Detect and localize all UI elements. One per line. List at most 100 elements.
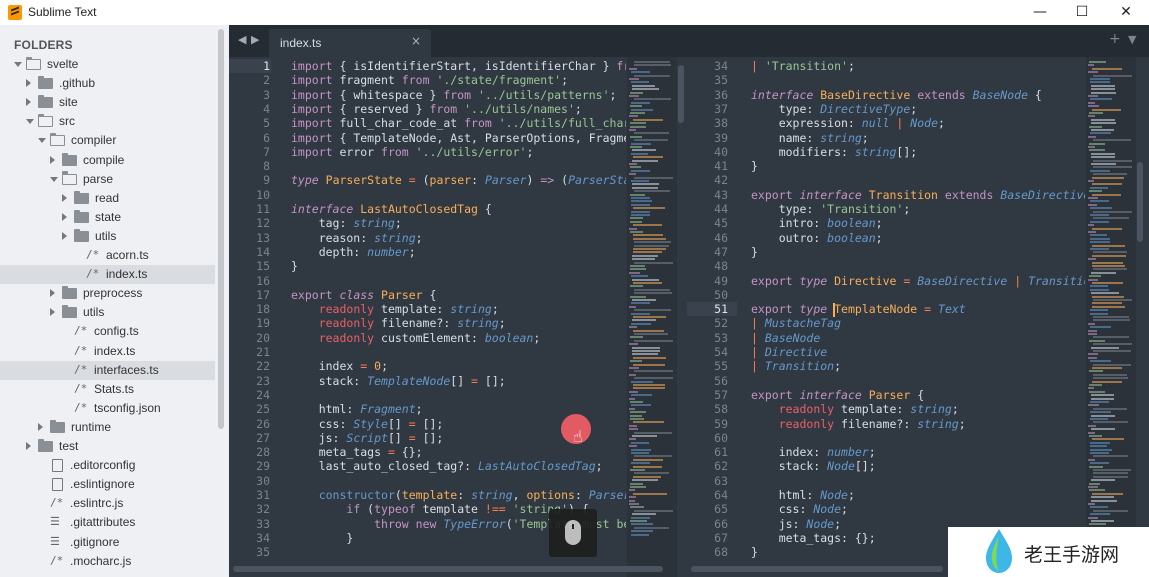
folder-item[interactable]: state bbox=[0, 208, 215, 227]
tab-close-icon[interactable]: × bbox=[411, 34, 421, 48]
code-line: readonly filename?: string; bbox=[751, 417, 966, 431]
minimap-stroke bbox=[634, 261, 673, 264]
maximize-button[interactable]: ☐ bbox=[1059, 0, 1105, 25]
line-number: 52 bbox=[714, 316, 728, 331]
code-line: readonly filename?: string; bbox=[291, 316, 506, 330]
tab-menu-chevron-icon[interactable]: ▼ bbox=[1128, 33, 1136, 46]
expand-arrow-closed-icon[interactable] bbox=[62, 212, 67, 221]
expand-arrow-closed-icon[interactable] bbox=[50, 155, 55, 164]
line-number: 18 bbox=[256, 302, 270, 317]
code-token: Node bbox=[820, 488, 848, 502]
file-item[interactable]: /* interfaces.ts bbox=[0, 360, 215, 380]
file-item[interactable]: .eslintignore bbox=[0, 475, 215, 494]
file-item[interactable]: /* index.ts bbox=[0, 265, 215, 285]
code-token: []; bbox=[477, 373, 506, 388]
expand-arrow-closed-icon[interactable] bbox=[38, 422, 43, 431]
code-token: string bbox=[917, 416, 959, 431]
minimap-stroke bbox=[1090, 506, 1108, 509]
code-line: stack: TemplateNode[] = []; bbox=[291, 374, 506, 388]
folder-item[interactable]: utils bbox=[0, 227, 215, 246]
folder-item[interactable]: compile bbox=[0, 151, 215, 170]
right-minimap[interactable] bbox=[1086, 57, 1136, 577]
code-token: template: bbox=[834, 402, 911, 417]
folder-item[interactable]: utils bbox=[0, 303, 215, 322]
file-item[interactable]: /* index.ts bbox=[0, 342, 215, 361]
line-number: 60 bbox=[714, 430, 728, 445]
minimap-stroke bbox=[1088, 353, 1098, 356]
code-token: Parser bbox=[484, 173, 527, 188]
title-bar: Sublime Text — ☐ ✕ bbox=[0, 0, 1149, 25]
expand-arrow-closed-icon[interactable] bbox=[26, 79, 31, 88]
expand-arrow-closed-icon[interactable] bbox=[62, 231, 67, 240]
minimap-stroke bbox=[1092, 67, 1122, 70]
expand-arrow-closed-icon[interactable] bbox=[26, 442, 31, 450]
code-token: '../utils/error' bbox=[415, 144, 527, 159]
line-number: 36 bbox=[714, 87, 728, 102]
file-item[interactable]: /* .eslintrc.js bbox=[0, 494, 215, 513]
folder-item[interactable]: svelte bbox=[0, 55, 215, 74]
expand-arrow-closed-icon[interactable] bbox=[50, 289, 55, 298]
code-token: Fragment bbox=[360, 402, 416, 417]
folder-item[interactable]: runtime bbox=[0, 418, 215, 437]
folder-item[interactable]: read bbox=[0, 189, 215, 208]
right-horizontal-scrollbar[interactable] bbox=[691, 566, 943, 572]
line-number: 53 bbox=[714, 330, 728, 345]
code-token: { isIdentifierStart, isIdentifierChar } bbox=[332, 59, 617, 73]
close-window-button[interactable]: ✕ bbox=[1103, 0, 1149, 25]
code-token: export bbox=[751, 387, 793, 402]
file-item[interactable]: /* acorn.ts bbox=[0, 246, 215, 265]
minimap-stroke bbox=[633, 492, 667, 495]
minimap-stroke bbox=[1090, 234, 1107, 237]
left-vertical-scrollbar[interactable] bbox=[678, 65, 684, 123]
new-tab-plus-icon[interactable]: + bbox=[1109, 31, 1121, 47]
folder-item[interactable]: src bbox=[0, 112, 215, 131]
folder-icon bbox=[74, 190, 89, 204]
left-minimap[interactable] bbox=[627, 57, 677, 577]
expand-arrow-closed-icon[interactable] bbox=[50, 308, 55, 317]
folder-item[interactable]: .github bbox=[0, 74, 215, 93]
file-item[interactable]: ☰ .gitattributes bbox=[0, 513, 215, 532]
left-editor-pane[interactable]: 1 2 3 4 5 6 7 8 9 10 11 12 13 14 15 16 17 18 19 20 21 22 23 24 2… bbox=[229, 57, 684, 577]
minimap-stroke bbox=[630, 91, 643, 94]
code-token: if bbox=[346, 502, 361, 517]
folder-item[interactable]: site bbox=[0, 93, 215, 112]
folder-item[interactable]: parse bbox=[0, 170, 215, 189]
expand-arrow-closed-icon[interactable] bbox=[26, 98, 31, 107]
file-item[interactable]: /* .mocharc.js bbox=[0, 552, 215, 571]
tab-next-arrow-icon[interactable]: ▶ bbox=[251, 33, 259, 46]
tab-prev-arrow-icon[interactable]: ◀ bbox=[238, 33, 246, 46]
folder-item[interactable]: test bbox=[0, 437, 215, 456]
minimap-stroke bbox=[634, 509, 673, 512]
left-code-view[interactable]: import { isIdentifierStart, isIdentifier… bbox=[291, 57, 626, 567]
minimap-stroke bbox=[630, 166, 641, 169]
folder-item[interactable]: compiler bbox=[0, 131, 215, 150]
expand-arrow-open-icon[interactable] bbox=[50, 176, 58, 182]
expand-arrow-open-icon[interactable] bbox=[38, 138, 46, 144]
folder-item[interactable]: preprocess bbox=[0, 284, 215, 303]
file-item[interactable]: /* tsconfig.json bbox=[0, 399, 215, 418]
minimap-stroke bbox=[634, 309, 671, 312]
file-item[interactable]: /* Stats.ts bbox=[0, 380, 215, 399]
tab-index-ts[interactable]: index.ts × bbox=[269, 29, 431, 57]
minimap-stroke bbox=[630, 125, 646, 128]
file-item[interactable]: ☰ .gitignore bbox=[0, 533, 215, 552]
right-editor-pane[interactable]: 34 35 36 37 38 39 40 41 42 43 44 45 46 47 48 49 50 51 52 53… bbox=[687, 57, 1149, 577]
left-horizontal-scrollbar[interactable] bbox=[233, 566, 663, 572]
file-item[interactable]: /* config.ts bbox=[0, 322, 215, 341]
minimize-button[interactable]: — bbox=[1017, 0, 1063, 25]
code-token: ; bbox=[394, 216, 402, 231]
right-vertical-scrollbar[interactable] bbox=[1137, 162, 1143, 242]
minimap-stroke bbox=[634, 377, 673, 380]
minimap-stroke bbox=[1090, 411, 1111, 414]
line-number: 30 bbox=[256, 473, 270, 488]
code-token: ; bbox=[595, 459, 603, 474]
minimap-stroke bbox=[1092, 282, 1123, 284]
file-item[interactable]: .editorconfig bbox=[0, 456, 215, 475]
sidebar-scrollbar[interactable] bbox=[218, 29, 224, 429]
minimap-stroke bbox=[634, 526, 669, 529]
expand-arrow-closed-icon[interactable] bbox=[62, 193, 67, 202]
expand-arrow-open-icon[interactable] bbox=[14, 62, 22, 67]
right-code-view[interactable]: | 'Transition'; interface BaseDirective e… bbox=[751, 57, 1085, 567]
expand-arrow-open-icon[interactable] bbox=[26, 119, 34, 125]
